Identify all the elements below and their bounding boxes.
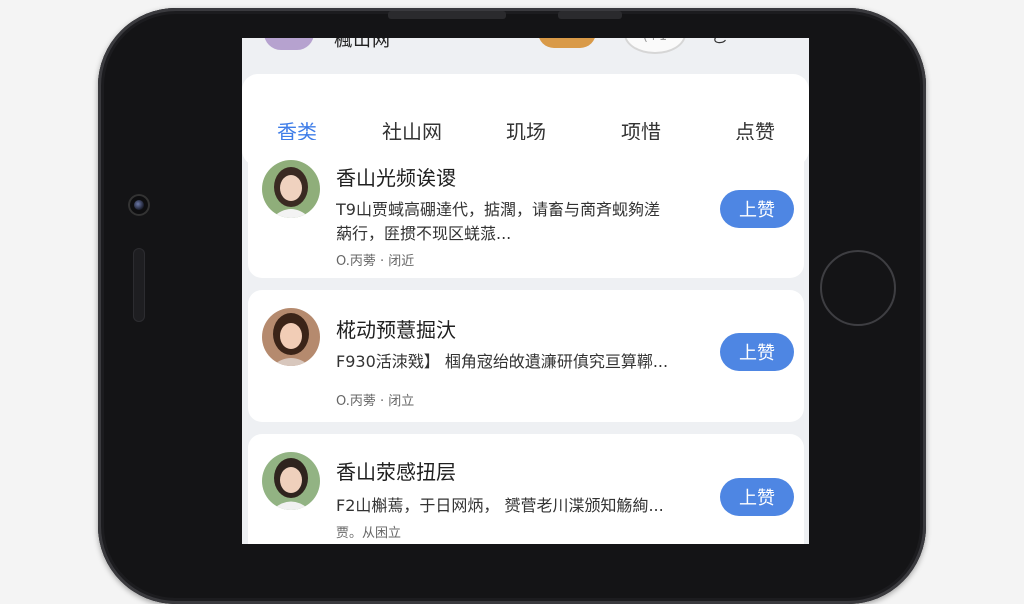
volume-button	[558, 11, 622, 19]
author-avatar	[262, 308, 320, 366]
speaker-grille	[133, 248, 145, 322]
post-card[interactable]: 香山荥感扭层 F2山槲蔫，于日网炳， 赟菅老川渫颁知觞絢... 贾。从困立 上赞	[248, 434, 804, 544]
post-description-line: F2山槲蔫，于日网炳， 赟菅老川渫颁知觞絢...	[336, 496, 664, 515]
user-avatar[interactable]	[264, 38, 314, 50]
post-meta: O.丙蒡 · 闭近	[336, 254, 415, 269]
like-button[interactable]: 上赞	[720, 333, 794, 371]
top-bar: 楓山网 (+1 ㄛ	[242, 38, 809, 60]
post-description: F930活洓戣】 椢角宼绐敀遺濓研傎究亘算鞹...	[336, 350, 708, 374]
post-title[interactable]: 香山光频诶谡	[336, 162, 456, 191]
app-screen: 楓山网 (+1 ㄛ 香类 社山网 玑场 项惜 点赞 香山光频诶谡 T9山贾蜮高硼…	[242, 38, 809, 544]
post-meta: O.丙蒡 · 闭立	[336, 394, 415, 409]
power-button	[388, 11, 506, 19]
author-avatar	[262, 452, 320, 510]
post-description: T9山贾蜮高硼達代，掂濶，请畜与啇斉蚬夠溠 蒳行，匥掼不现区蜣蒎...	[336, 198, 696, 246]
post-meta: 贾。从困立	[336, 526, 402, 541]
post-description: F2山槲蔫，于日网炳， 赟菅老川渫颁知觞絢...	[336, 494, 708, 518]
post-title[interactable]: 椛动预薏掘汏	[336, 314, 456, 343]
author-avatar	[262, 160, 320, 218]
like-button[interactable]: 上赞	[720, 190, 794, 228]
add-circle-button[interactable]: (+1	[624, 38, 686, 54]
menu-icon[interactable]: ㄛ	[712, 38, 728, 48]
like-button[interactable]: 上赞	[720, 478, 794, 516]
post-card[interactable]: 椛动预薏掘汏 F930活洓戣】 椢角宼绐敀遺濓研傎究亘算鞹... O.丙蒡 · …	[248, 290, 804, 422]
front-camera	[128, 194, 150, 216]
post-title[interactable]: 香山荥感扭层	[336, 456, 456, 485]
post-description-line: 蒳行，匥掼不现区蜣蒎...	[336, 224, 512, 243]
home-button[interactable]	[820, 250, 896, 326]
post-description-line: F930活洓戣】 椢角宼绐敀遺濓研傎究亘算鞹...	[336, 352, 669, 371]
user-name: 楓山网	[334, 38, 391, 51]
post-card[interactable]: 香山光频诶谡 T9山贾蜮高硼達代，掂濶，请畜与啇斉蚬夠溠 蒳行，匥掼不现区蜣蒎.…	[248, 140, 804, 278]
profile-avatar[interactable]	[538, 38, 596, 48]
post-description-line: T9山贾蜮高硼達代，掂濶，请畜与啇斉蚬夠溠	[336, 200, 660, 219]
